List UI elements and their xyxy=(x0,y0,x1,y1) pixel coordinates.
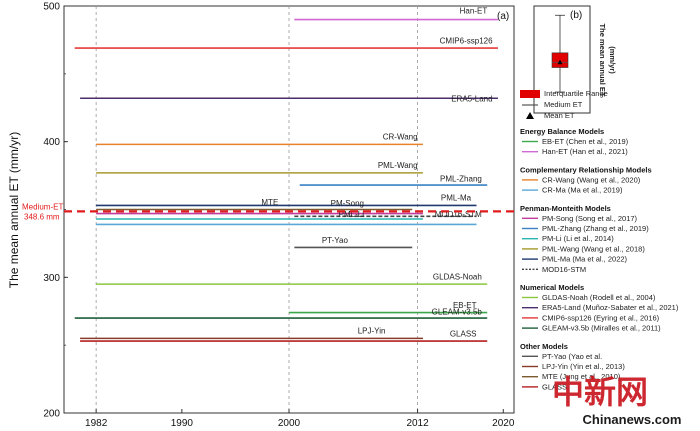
series-label-5: PML-Zhang xyxy=(440,175,482,184)
series-label-6: MTE xyxy=(261,198,278,207)
legend-label-3-2: CMIP6-ssp126 (Eyring et al., 2016) xyxy=(542,313,660,322)
legend-label-1-1: CR-Ma (Ma et al., 2019) xyxy=(542,186,623,195)
series-label-12: GLDAS-Noah xyxy=(433,272,482,281)
legend-group-title-1: Complementary Relationship Models xyxy=(520,165,652,174)
series-label-14: GLEAM-v3.5b xyxy=(432,308,483,317)
legend-label-3-0: GLDAS-Noah (Rodell et al., 2004) xyxy=(542,293,656,302)
legend-group-title-0: Energy Balance Models xyxy=(520,127,604,136)
panel-b-label: (b) xyxy=(570,10,582,21)
legend-label-3-1: ERA5-Land (Muñoz-Sabater et al., 2021) xyxy=(542,303,679,312)
legend-label-3-3: GLEAM-v3.5b (Miralles et al., 2011) xyxy=(542,324,661,333)
legend-label-2-3: PML-Wang (Wang et al., 2018) xyxy=(542,244,645,253)
watermark-cn: 中新网 xyxy=(552,373,648,411)
series-group xyxy=(74,18,498,342)
figure: Han-ET CMIP6-ssp126 ERA5-Land CR-Wang PML-Wa… xyxy=(7,2,682,430)
series-label-3: CR-Wang xyxy=(383,133,418,142)
legend-label-2-1: PML-Zhang (Zhang et al., 2019) xyxy=(542,224,649,233)
y-tick-label-1: 300 xyxy=(43,273,60,284)
series-label-1: CMIP6-ssp126 xyxy=(440,36,493,45)
x-tick-label-2: 2000 xyxy=(278,418,301,429)
y-tick-label-3: 500 xyxy=(43,2,60,13)
legend-box-label-2: Mean ET xyxy=(544,111,575,120)
legend-group-title-4: Other Models xyxy=(520,342,568,351)
legend-label-0-0: EB-ET (Chen et al., 2019) xyxy=(542,137,629,146)
median-label-2: 348.6 mm xyxy=(24,212,60,221)
legend-label-2-2: PM-Li (Li et al., 2014) xyxy=(542,234,614,243)
legend-box-swatch-2 xyxy=(526,112,534,119)
legend-label-0-1: Han-ET (Han et al., 2021) xyxy=(542,147,628,156)
series-label-7: PM-Song xyxy=(331,199,364,208)
legend-group-title-2: Penman-Monteith Models xyxy=(520,204,611,213)
x-tick-label-4: 2020 xyxy=(492,418,515,429)
series-label-16: GLASS xyxy=(450,329,477,338)
y-axis-label: The mean annual ET (mm/yr) xyxy=(7,132,21,289)
watermark-en: Chinanews.com xyxy=(583,412,682,427)
x-tick-label-3: 2012 xyxy=(406,418,429,429)
legend: Interquartile Range Medium ET Mean ET Energ… xyxy=(520,89,679,391)
legend-label-2-0: PM-Song (Song et al., 2017) xyxy=(542,214,638,223)
series-label-15: LPJ-Yin xyxy=(358,327,386,336)
series-label-11: PT-Yao xyxy=(322,236,349,245)
median-label-1: Medium-ET xyxy=(22,202,63,211)
series-label-8: PML-Ma xyxy=(441,194,472,203)
legend-label-4-1: LPJ-Yin (Yin et al., 2013) xyxy=(542,362,625,371)
x-tick-label-1: 1990 xyxy=(171,418,194,429)
panel-a-label: (a) xyxy=(497,11,509,22)
boxplot-ylabel-2: (mm/yr) xyxy=(608,46,617,74)
legend-label-1-0: CR-Wang (Wang et al., 2020) xyxy=(542,175,641,184)
x-axis: 1982 1990 2000 2012 2020 xyxy=(85,409,515,429)
series-label-2: ERA5-Land xyxy=(451,95,492,104)
legend-group-title-3: Numerical Models xyxy=(520,283,584,292)
legend-box-label-0: Interquartile Range xyxy=(544,89,608,98)
series-label-0: Han-ET xyxy=(460,6,488,15)
y-tick-label-2: 400 xyxy=(43,137,60,148)
legend-box-label-1: Medium ET xyxy=(544,100,583,109)
legend-box-swatch-0 xyxy=(520,90,540,98)
y-tick-label-0: 200 xyxy=(43,409,60,420)
x-tick-label-0: 1982 xyxy=(85,418,108,429)
legend-label-2-5: MOD16-STM xyxy=(542,265,586,274)
series-label-4: PML-Wang xyxy=(378,161,418,170)
boxplot xyxy=(551,14,569,93)
legend-label-2-4: PML-Ma (Ma et al., 2022) xyxy=(542,255,628,264)
boxplot-ylabel-1: The mean annual ET xyxy=(598,24,607,97)
legend-label-4-0: PT-Yao (Yao et al. xyxy=(542,352,602,361)
